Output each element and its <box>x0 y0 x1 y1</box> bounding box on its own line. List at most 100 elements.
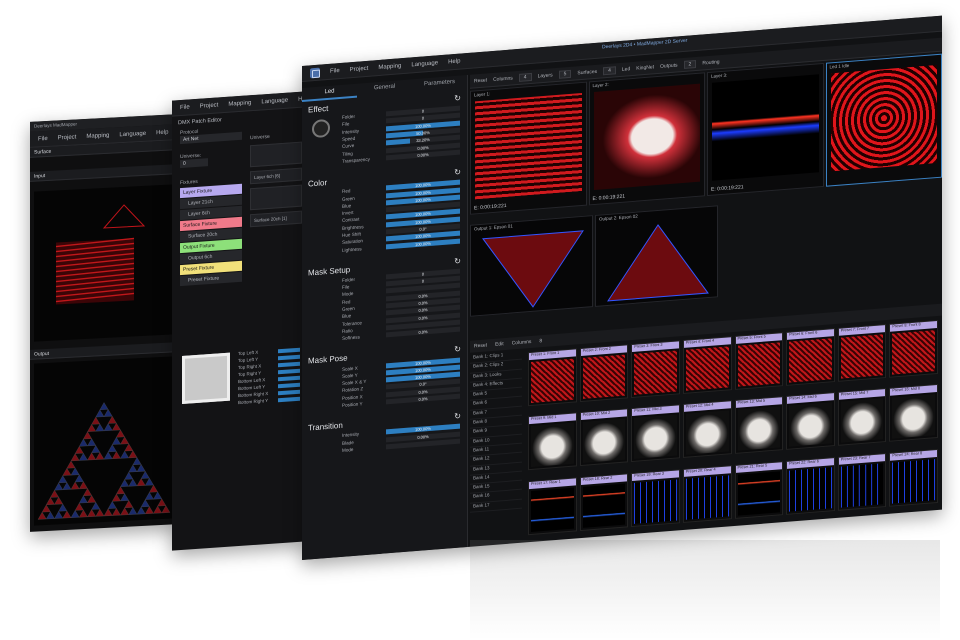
parameter-groups: Effect ↻ Folder 0 File 0 Intensity 100.00% Speed… <box>302 89 467 457</box>
sierpinski-triangle <box>116 487 124 495</box>
clip-cell[interactable]: Preset 14: Mid 6 <box>786 392 835 450</box>
menu-item-language[interactable]: Language <box>261 97 288 105</box>
clip-cell[interactable]: Preset 5: Front 5 <box>735 332 784 390</box>
sierpinski-triangle <box>125 472 133 480</box>
clip-cell[interactable]: Preset 17: Rear 1 <box>528 477 577 535</box>
layer-time: E: 0:00:19:221 <box>474 203 507 212</box>
corner-param-slider[interactable] <box>278 396 300 402</box>
clip-cell[interactable]: Preset 20: Rear 4 <box>683 465 732 523</box>
clip-cell[interactable]: Preset 13: Mid 5 <box>735 396 784 454</box>
clips-toolbar-item[interactable]: Columns <box>512 339 532 347</box>
clip-cell[interactable]: Preset 9: Mid 1 <box>528 413 577 471</box>
clip-cell[interactable]: Preset 1: Front 1 <box>528 348 577 406</box>
clip-cell[interactable]: Preset 24: Rear 8 <box>889 449 938 507</box>
dmx-card-layer[interactable]: Layer 6ch [6] <box>250 168 302 185</box>
clip-cell[interactable]: Preset 18: Rear 2 <box>580 473 629 531</box>
output-preview[interactable]: Output 2: Epson 02 <box>595 205 718 307</box>
clips-toolbar-item[interactable]: Edit <box>495 341 504 348</box>
dmx-card[interactable] <box>250 142 302 168</box>
clips-toolbar-item[interactable]: Reset <box>474 342 487 349</box>
menu-item-mapping[interactable]: Mapping <box>228 100 251 108</box>
clip-cell[interactable]: Preset 8: Front 8 <box>889 320 938 378</box>
layer-preview[interactable]: Layer 2: E: 0:00:19:221 <box>589 72 706 205</box>
sierpinski-triangle <box>71 453 79 461</box>
toolbar-item[interactable]: Routing <box>702 59 719 66</box>
toolbar-item[interactable]: Columns <box>493 75 513 83</box>
layer-preview[interactable]: Layer 1: E: 0:00:19:221 <box>470 82 587 215</box>
clip-cell[interactable]: Preset 23: Rear 7 <box>838 453 887 511</box>
input-section-header[interactable]: Input <box>30 164 178 182</box>
toolbar-value[interactable]: 4 <box>603 66 616 75</box>
sierpinski-triangle <box>112 494 120 502</box>
clip-thumbnail <box>634 350 677 394</box>
toolbar-item[interactable]: Reset <box>474 77 487 84</box>
menu-item-file[interactable]: File <box>38 135 48 142</box>
clip-cell[interactable]: Preset 19: Rear 3 <box>631 469 680 527</box>
clip-thumbnail <box>892 395 935 439</box>
clip-cell[interactable]: Preset 2: Front 2 <box>580 344 629 402</box>
toolbar-item[interactable]: Outputs <box>660 62 678 69</box>
corner-param-label: Bottom Right Y <box>238 397 278 405</box>
clip-cell[interactable]: Preset 11: Mid 3 <box>631 405 680 463</box>
reset-icon[interactable]: ↻ <box>454 345 461 355</box>
clip-thumbnail <box>634 415 677 459</box>
reset-icon[interactable]: ↻ <box>454 412 461 422</box>
reset-icon[interactable]: ↻ <box>454 93 461 103</box>
bank-list: Bank 1: Clips 1 Bank 2: Clips 2 Bank 3: Lo… <box>470 351 522 547</box>
menu-item-file[interactable]: File <box>180 104 190 111</box>
toolbar-value[interactable]: 5 <box>559 69 572 78</box>
clip-thumbnail <box>686 346 729 390</box>
output-shape <box>483 231 583 311</box>
reset-icon[interactable]: ↻ <box>454 168 461 178</box>
clip-cell[interactable]: Preset 21: Rear 5 <box>735 461 784 519</box>
menu-item-project[interactable]: Project <box>200 102 219 109</box>
menu-item-project[interactable]: Project <box>58 134 77 141</box>
clip-cell[interactable]: Preset 7: Front 7 <box>838 324 887 382</box>
sierpinski-triangle <box>116 430 124 438</box>
sierpinski-triangle <box>137 464 145 472</box>
toolbar-item[interactable]: KingNet <box>636 64 654 71</box>
dmx-card[interactable] <box>250 185 302 211</box>
menu-item-file[interactable]: File <box>330 68 340 75</box>
clip-cell[interactable]: Preset 10: Mid 2 <box>580 409 629 467</box>
layer-time: E: 0:00:19:221 <box>711 184 744 193</box>
menu-item-help[interactable]: Help <box>448 58 460 65</box>
sierpinski-triangle <box>88 495 96 503</box>
toolbar-item[interactable]: Surfaces <box>577 68 597 76</box>
layer-preview[interactable]: Led 1 Idle <box>826 54 943 187</box>
sierpinski-triangle <box>63 482 71 490</box>
sierpinski-triangle <box>55 497 63 505</box>
menu-item-language[interactable]: Language <box>119 130 146 137</box>
clip-thumbnail <box>789 467 832 511</box>
clip-cell[interactable]: Preset 12: Mid 4 <box>683 401 732 459</box>
clip-cell[interactable]: Preset 4: Front 4 <box>683 336 732 394</box>
input-view[interactable] <box>34 184 174 341</box>
param-label: Position Y <box>342 399 386 407</box>
toolbar-value[interactable]: 4 <box>519 72 532 81</box>
dmx-card-surface[interactable]: Surface 20ch [1] <box>250 211 302 228</box>
sierpinski-triangle <box>59 475 67 483</box>
output-preview[interactable]: Output 1: Epson 01 <box>470 215 593 317</box>
toolbar-value[interactable]: 2 <box>684 59 697 68</box>
clip-cell[interactable]: Preset 6: Front 6 <box>786 328 835 386</box>
clip-thumbnail <box>531 423 574 467</box>
clip-thumbnail <box>789 403 832 447</box>
menu-item-mapping[interactable]: Mapping <box>378 63 401 71</box>
menu-item-project[interactable]: Project <box>350 65 369 72</box>
toolbar-item[interactable]: Layers <box>538 72 553 79</box>
menu-item-help[interactable]: Help <box>156 129 168 136</box>
menu-item-mapping[interactable]: Mapping <box>86 132 109 139</box>
menu-item-language[interactable]: Language <box>411 60 438 68</box>
layer-preview[interactable]: Layer 3: E: 0:00:19:221 <box>707 63 824 196</box>
toolbar-item[interactable]: Led <box>622 66 630 73</box>
clip-cell[interactable]: Preset 3: Front 3 <box>631 340 680 398</box>
clip-cell[interactable]: Preset 22: Rear 6 <box>786 457 835 515</box>
reset-icon[interactable]: ↻ <box>454 256 461 266</box>
clips-toolbar-item[interactable]: 8 <box>539 338 542 344</box>
clip-thumbnail <box>583 419 626 463</box>
sierpinski-triangle <box>79 453 87 461</box>
output-view[interactable] <box>34 356 174 525</box>
clip-thumbnail <box>686 475 729 519</box>
clip-cell[interactable]: Preset 16: Mid 8 <box>889 384 938 442</box>
clip-cell[interactable]: Preset 15: Mid 7 <box>838 388 887 446</box>
